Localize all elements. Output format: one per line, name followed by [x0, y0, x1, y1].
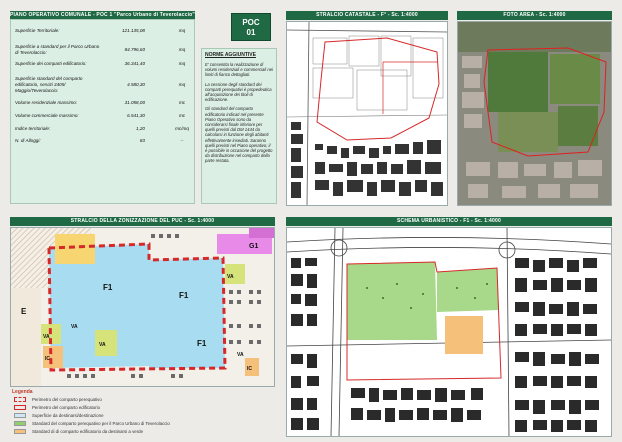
legend-swatch: [14, 429, 26, 434]
info-label: Volume residenziale massimo:: [15, 100, 78, 105]
norme-paragraph: La cessione degli standard dei comparti …: [205, 81, 272, 103]
zone-label: F1: [179, 291, 189, 300]
aerial-photo-drawing: [458, 22, 611, 205]
norme-panel: NORME AGGIUNTIVE E' consentita la realiz…: [201, 48, 277, 204]
info-label: Superficie standard del comparto edifica…: [15, 76, 83, 93]
info-unit: mq: [178, 82, 186, 87]
cadastral-map-drawing: [287, 22, 447, 205]
zoning-map-drawing: F1 F1 F1 G1 E VA VA VA VA IC IC VA: [11, 228, 274, 386]
info-unit: mc: [178, 100, 186, 105]
legend-swatch: [14, 397, 26, 402]
legend-title: Legenda: [12, 389, 33, 395]
legend-swatch: [14, 421, 26, 426]
cadastral-map: [286, 21, 448, 206]
legend-text: Standard del comparto perequativo per il…: [32, 421, 170, 426]
info-value: 83: [139, 138, 145, 143]
zone-label: VA: [237, 352, 244, 358]
poc-number: 01: [246, 28, 256, 37]
foto-header: FOTO AREA - Sc. 1:4000: [457, 11, 612, 20]
legend-swatch: [14, 413, 26, 418]
zone-label: IC: [247, 366, 252, 372]
info-value: 36.341,40: [124, 61, 145, 66]
zonizzazione-header: STRALCIO DELLA ZONIZZAZIONE DEL PUC - Sc…: [10, 217, 275, 226]
info-value: 1,20: [136, 126, 145, 131]
legend: Legenda Perimetro del comparto perequati…: [10, 388, 275, 440]
zone-label: VA: [71, 324, 78, 330]
zone-label: E: [21, 307, 27, 316]
legend-text: Perimetro del comparto edificatorio: [32, 405, 101, 410]
info-panel: Superficie Territoriale: 121.135,08 mq S…: [10, 19, 195, 204]
schema-header: SCHEMA URBANISTICO - F1 - Sc. 1:4000: [286, 217, 612, 226]
info-value: 84.796,60: [124, 47, 145, 52]
zone-label: VA: [43, 334, 50, 340]
poc-badge: POC 01: [231, 13, 271, 41]
norme-paragraph: E' consentita la realizzazione di volumi…: [205, 62, 273, 78]
zone-label: F1: [197, 339, 207, 348]
poc-label: POC: [242, 18, 260, 27]
info-label: Volume commerciale massimo:: [15, 113, 79, 118]
info-label: Superficie a standard per il Parco Urban…: [15, 44, 100, 55]
legend-swatch: [14, 405, 26, 410]
info-label: Indice territoriale:: [15, 126, 51, 131]
planning-sheet: PIANO OPERATIVO COMUNALE - POC 1 "Parco …: [0, 0, 622, 442]
info-unit: mq: [178, 28, 186, 33]
norme-paragraph: Gli standard del comparto edificatorio i…: [205, 106, 273, 164]
info-unit: mq: [178, 61, 186, 66]
info-value: 121.135,08: [122, 28, 145, 33]
info-unit: --: [180, 138, 184, 143]
info-unit: mc: [178, 113, 186, 118]
zoning-map: F1 F1 F1 G1 E VA VA VA VA IC IC VA: [10, 227, 275, 387]
zone-label: VA: [227, 274, 234, 280]
urban-scheme-map: [286, 227, 612, 437]
legend-text: Superficie da destinarsi/destinazione: [32, 413, 104, 418]
legend-text: Perimetro del comparto perequativo: [32, 397, 102, 402]
info-label: N. di Alloggi:: [15, 138, 41, 143]
zone-label: F1: [103, 283, 113, 292]
zone-label: VA: [99, 342, 106, 348]
info-value: 6.541,30: [127, 113, 145, 118]
zone-label: G1: [249, 243, 258, 250]
norme-title: NORME AGGIUNTIVE: [205, 52, 256, 58]
aerial-photo: [457, 21, 612, 206]
legend-text: Standard di di comparto edificatorio da …: [32, 429, 144, 434]
catasto-header: STRALCIO CATASTALE - F° - Sc. 1:4000: [286, 11, 448, 20]
info-value: 31.058,00: [124, 100, 145, 105]
info-value: 4.580,30: [127, 82, 145, 87]
info-label: Superficie Territoriale:: [15, 28, 60, 33]
info-label: Superficie dei comparti edificatorio:: [15, 61, 87, 66]
info-unit: mc/mq: [175, 126, 189, 131]
urban-scheme-drawing: [287, 228, 611, 436]
info-unit: mq: [178, 47, 186, 52]
zone-label: IC: [45, 356, 50, 362]
